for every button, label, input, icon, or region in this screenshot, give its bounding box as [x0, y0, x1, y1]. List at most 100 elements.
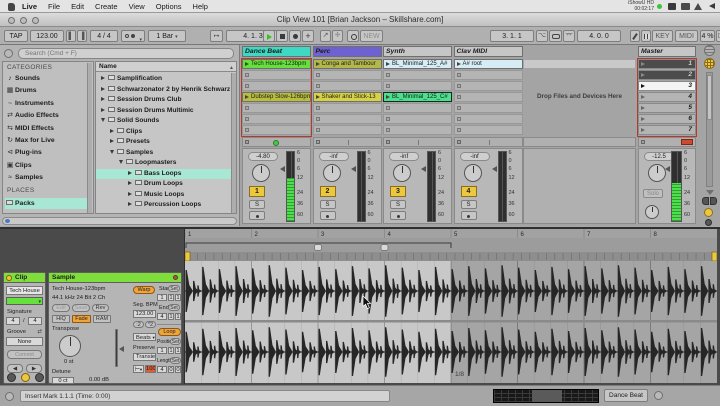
- clip-stop-icon[interactable]: [386, 128, 390, 132]
- volume-meter[interactable]: [356, 151, 366, 222]
- length-set-button[interactable]: Set: [170, 357, 181, 364]
- end-sixteenth-field[interactable]: 1: [175, 313, 181, 320]
- computer-midi-keyboard-button[interactable]: [641, 30, 651, 42]
- volume-handle-icon[interactable]: [421, 166, 426, 172]
- re-enable-automation-button[interactable]: ✚: [332, 30, 343, 42]
- clip-stop-icon[interactable]: [315, 106, 320, 110]
- category-item-plug-ins[interactable]: ⊲ Plug-ins: [5, 147, 88, 158]
- clip-slot[interactable]: [242, 70, 311, 80]
- clip-slot[interactable]: [453, 70, 523, 80]
- clip-slot[interactable]: [312, 125, 382, 135]
- scene-play-icon[interactable]: [641, 128, 645, 132]
- clip-stop-all-icon[interactable]: [245, 140, 249, 144]
- envelopes-box-toggle[interactable]: [35, 373, 44, 382]
- clip-slot[interactable]: [312, 114, 382, 124]
- track-status-cell[interactable]: [523, 137, 636, 147]
- expand-icon[interactable]: [128, 191, 132, 196]
- master-status-cell[interactable]: [638, 137, 696, 147]
- session-scrollbar-thumb[interactable]: [707, 75, 712, 120]
- end-beat-field[interactable]: 1: [168, 313, 174, 320]
- categories-scrollbar[interactable]: [87, 63, 92, 213]
- follow-clip-icon[interactable]: [173, 275, 178, 280]
- clip-stop-all-icon[interactable]: [456, 140, 461, 144]
- apple-menu-icon[interactable]: [8, 3, 15, 11]
- clip-shaker-and-stick-13[interactable]: Shaker and Stick-13: [312, 92, 382, 102]
- midi-map-button[interactable]: MIDI: [675, 30, 698, 42]
- tree-item-percussion-loops[interactable]: Percussion Loops: [96, 200, 236, 210]
- clip-stop-icon[interactable]: [245, 106, 249, 110]
- transpose-value[interactable]: 0 st: [64, 359, 73, 365]
- scene-play-icon[interactable]: [641, 84, 645, 88]
- clip-stop-icon[interactable]: [456, 73, 461, 77]
- browser-hscroll[interactable]: [2, 217, 237, 225]
- arm-button[interactable]: [249, 211, 265, 220]
- menu-file[interactable]: File: [48, 2, 60, 11]
- clip-stop-icon[interactable]: [315, 117, 320, 121]
- clip-slot[interactable]: [312, 81, 382, 91]
- expand-icon[interactable]: [101, 107, 105, 112]
- clip-color-chooser[interactable]: ▾: [6, 297, 43, 305]
- clip-tech-house-123bpm[interactable]: Tech House-123bpm: [242, 59, 311, 69]
- groove-pool-icon[interactable]: ⇄: [37, 329, 42, 335]
- clip-stop-icon[interactable]: [245, 84, 249, 88]
- expand-icon[interactable]: [110, 139, 114, 143]
- tree-item-samples[interactable]: Samples: [96, 148, 236, 158]
- clip-slot[interactable]: [453, 114, 523, 124]
- hiq-button[interactable]: HiQ: [52, 315, 70, 323]
- clip-stop-icon[interactable]: [245, 128, 249, 132]
- position-bar-field[interactable]: 1: [157, 347, 167, 354]
- end-set-button[interactable]: Set: [168, 304, 180, 311]
- clip-slot[interactable]: [453, 125, 523, 135]
- clip-play-icon[interactable]: [386, 95, 390, 99]
- menu-view[interactable]: View: [129, 2, 145, 11]
- clip-stop-icon[interactable]: [245, 73, 249, 77]
- preview-volume-knob[interactable]: [645, 205, 659, 219]
- tree-item-schwarzonator-2-by-henrik-schwarz[interactable]: Schwarzonator 2 by Henrik Schwarz: [96, 85, 236, 95]
- double-tempo-button[interactable]: *2: [145, 321, 156, 328]
- clip-stop-icon[interactable]: [456, 106, 461, 110]
- clip-conga-and-tambour[interactable]: Conga and Tambour: [312, 59, 382, 69]
- track-header-perc[interactable]: Perc: [312, 46, 382, 57]
- close-window-button[interactable]: [8, 17, 15, 24]
- menu-options[interactable]: Options: [156, 2, 182, 11]
- solo-button[interactable]: S: [249, 200, 265, 209]
- volume-meter[interactable]: [497, 151, 507, 222]
- scene-2[interactable]: 2: [638, 70, 696, 80]
- category-item-samples[interactable]: ≈ Samples: [5, 172, 88, 183]
- signature-numerator-field[interactable]: 4: [6, 317, 20, 325]
- draw-mode-button[interactable]: [630, 30, 640, 42]
- detune-field[interactable]: 0 ct: [52, 377, 74, 384]
- io-toggle[interactable]: [702, 197, 709, 205]
- volume-meter[interactable]: [286, 151, 295, 222]
- arm-button[interactable]: [390, 211, 406, 220]
- volume-value[interactable]: -inf: [318, 152, 349, 161]
- solo-button[interactable]: S: [460, 200, 477, 209]
- clip-play-icon[interactable]: [315, 62, 320, 66]
- track-activator-button[interactable]: 2: [319, 186, 336, 197]
- clip-loop-button[interactable]: Loop: [158, 328, 181, 336]
- sample-gain-value[interactable]: 0.00 dB: [89, 377, 109, 383]
- scene-3[interactable]: 3: [638, 81, 696, 91]
- position-beat-field[interactable]: 1: [168, 347, 174, 354]
- solo-button[interactable]: S: [390, 200, 406, 209]
- automation-arm-button[interactable]: ↗: [320, 30, 331, 42]
- clip-stop-icon[interactable]: [315, 128, 320, 132]
- scene-1[interactable]: 1: [638, 59, 696, 69]
- session-view-toggle[interactable]: [704, 58, 715, 69]
- expand-icon[interactable]: [101, 86, 105, 91]
- loop-length-display[interactable]: 4. 0. 0: [577, 30, 621, 42]
- master-solo-button[interactable]: Solo: [643, 189, 663, 198]
- clip-bl-minimal-125-c-[interactable]: BL_Minimal_125_C#: [383, 92, 452, 102]
- clip-overview-thumbnail[interactable]: [493, 389, 599, 403]
- save-sample-button[interactable]: Save: [72, 304, 90, 312]
- clip-stop-icon[interactable]: [386, 84, 390, 88]
- transient-loop-mode-menu[interactable]: ⊢▾: [133, 365, 144, 373]
- scroll-down-icon[interactable]: [706, 190, 714, 195]
- expand-icon[interactable]: [101, 76, 105, 80]
- collapse-icon[interactable]: [110, 149, 114, 154]
- length-bar-field[interactable]: 4: [157, 366, 167, 373]
- category-item-instruments[interactable]: ~ Instruments: [5, 98, 88, 109]
- follow-button[interactable]: ↦: [210, 30, 223, 42]
- clip-slot[interactable]: [383, 103, 452, 113]
- warp-button[interactable]: Warp: [133, 286, 155, 294]
